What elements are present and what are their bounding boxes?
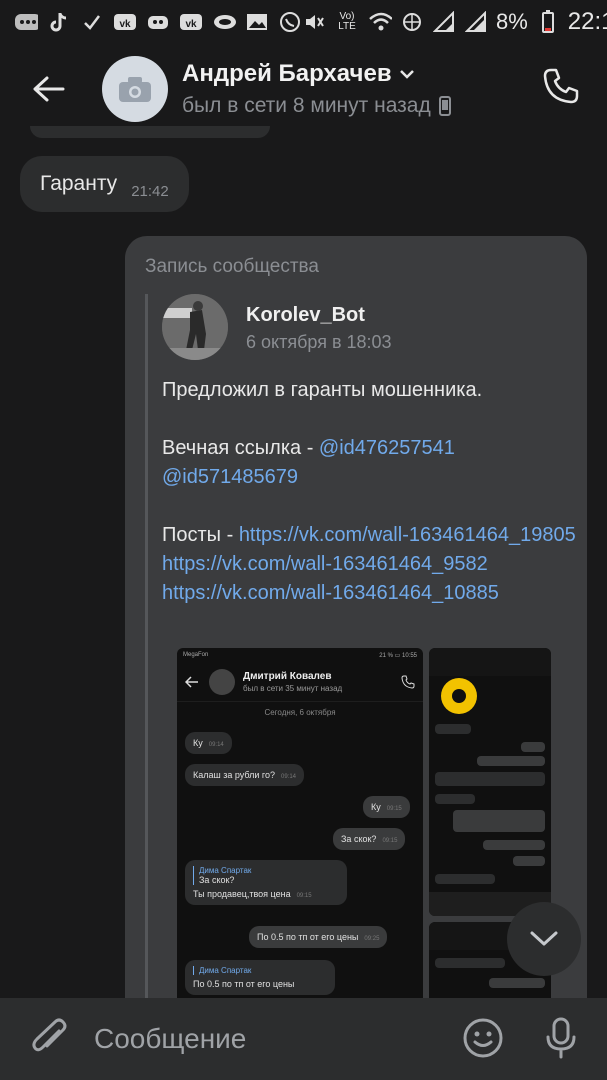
eternal-link-label: Вечная ссылка -: [162, 437, 319, 459]
incoming-message[interactable]: Гаранту 21:42: [20, 156, 189, 212]
message-time: 21:42: [131, 182, 169, 200]
phone-icon: [543, 68, 579, 104]
microphone-icon: [546, 1017, 576, 1059]
globe-icon: [400, 10, 424, 34]
embedded-date: Сегодня, 6 октября: [264, 708, 336, 717]
signal-icon: [464, 10, 488, 34]
chat-icon: [212, 10, 236, 34]
chevron-down-icon: [530, 931, 558, 946]
image-thumbnail: [429, 648, 551, 916]
embedded-bubble: Дима Спартак За скок? Ты продавец,твоя це…: [185, 860, 347, 905]
signal-icon: [432, 10, 456, 34]
mute-icon: [302, 10, 326, 34]
posts-line: Посты - https://vk.com/wall-163461464_19…: [162, 521, 582, 550]
embedded-bubble: Калаш за рубли го? 09:14: [185, 764, 305, 786]
contact-name-text: Андрей Бархачев: [182, 60, 392, 87]
battery-icon: [536, 10, 560, 34]
post-date: 6 октября в 18:03: [246, 332, 392, 352]
scroll-down-button[interactable]: [507, 902, 581, 976]
post-author-avatar[interactable]: [162, 294, 228, 360]
message-composer: [0, 998, 607, 1080]
embedded-statusbar: MegaFon 21 % ▭ 10:55: [177, 648, 423, 662]
embedded-bubble: За скок? 09:15: [333, 828, 406, 850]
previous-message-edge: [30, 126, 270, 138]
embedded-bubble: Ку 09:14: [185, 732, 232, 754]
post-body: Предложил в гаранты мошенника. Вечная сс…: [162, 376, 582, 608]
mention-link[interactable]: @id571485679: [162, 466, 298, 488]
post-line: Предложил в гаранты мошенника.: [162, 379, 483, 401]
posts-label: Посты -: [162, 524, 239, 546]
smile-icon: [463, 1018, 503, 1058]
emoji-button[interactable]: [460, 1015, 506, 1061]
paperclip-icon: [32, 1018, 67, 1052]
contact-status: был в сети 8 минут назад: [182, 94, 451, 118]
volte-icon: Vo) LTE: [338, 11, 356, 32]
voice-message-button[interactable]: [538, 1015, 584, 1061]
notification-icon: [14, 10, 38, 34]
call-button[interactable]: [537, 62, 585, 110]
contact-info[interactable]: Андрей Бархачев был в сети 8 минут назад: [182, 60, 451, 118]
image-icon: [245, 10, 269, 34]
vk-icon: vk: [113, 10, 137, 34]
discord-icon: [146, 10, 170, 34]
embedded-carrier: MegaFon: [183, 652, 209, 658]
tiktok-icon: [47, 10, 71, 34]
attached-image[interactable]: [429, 648, 551, 916]
contact-status-text: был в сети 8 минут назад: [182, 94, 431, 117]
camera-icon: [119, 77, 151, 102]
phone-icon: [401, 675, 415, 689]
arrow-left-icon: [185, 675, 198, 688]
eternal-link-line: Вечная ссылка - @id476257541: [162, 434, 582, 463]
arrow-left-icon: [33, 76, 65, 102]
embedded-name: Дмитрий Ковалев: [243, 670, 332, 682]
embedded-bubble: Дима Спартак По 0.5 по тп от его цены: [185, 960, 335, 995]
avatar[interactable]: [102, 56, 168, 122]
wifi-icon: [368, 10, 392, 34]
svg-text:vk: vk: [119, 19, 131, 30]
status-right: Vo) LTE 8% 22:15: [302, 8, 607, 36]
back-button[interactable]: [18, 59, 78, 119]
notification-icons: vk vk: [14, 10, 302, 34]
attached-image[interactable]: MegaFon 21 % ▭ 10:55 Дмитрий Ковалев был…: [177, 648, 423, 1036]
vk-icon: vk: [179, 10, 203, 34]
check-icon: [80, 10, 104, 34]
embedded-status-right: 21 % ▭ 10:55: [379, 652, 417, 659]
mention-link[interactable]: @id476257541: [319, 437, 455, 459]
post-quote-bar: [145, 294, 148, 1036]
post-link[interactable]: https://vk.com/wall-163461464_10885: [162, 582, 499, 604]
clock: 22:15: [567, 8, 607, 35]
whatsapp-icon: [278, 10, 302, 34]
embedded-avatar: [209, 668, 235, 695]
attach-button[interactable]: [24, 1014, 74, 1064]
message-input[interactable]: [94, 1023, 424, 1055]
chevron-down-icon: [399, 70, 414, 79]
post-type-label: Запись сообщества: [145, 256, 319, 277]
post-link[interactable]: https://vk.com/wall-163461464_19805: [239, 524, 576, 546]
status-bar: vk vk Vo) LTE 8% 22:: [0, 0, 607, 44]
embedded-status: был в сети 35 минут назад: [243, 683, 343, 693]
svg-text:vk: vk: [185, 19, 197, 30]
mobile-phone-icon: [438, 96, 451, 116]
post-author-name[interactable]: Korolev_Bot: [246, 304, 365, 327]
author-photo-icon: [162, 294, 228, 360]
embedded-header: Дмитрий Ковалев был в сети 35 минут наза…: [177, 662, 423, 702]
contact-name: Андрей Бархачев: [182, 60, 451, 88]
battery-percent: 8%: [496, 9, 528, 34]
post-link[interactable]: https://vk.com/wall-163461464_9582: [162, 553, 488, 575]
embedded-bubble: Ку 09:15: [363, 796, 410, 818]
chat-header: Андрей Бархачев был в сети 8 минут назад: [0, 44, 607, 134]
embedded-bubble: По 0.5 по тп от его цены 09:25: [249, 926, 388, 948]
message-text: Гаранту: [40, 172, 118, 195]
